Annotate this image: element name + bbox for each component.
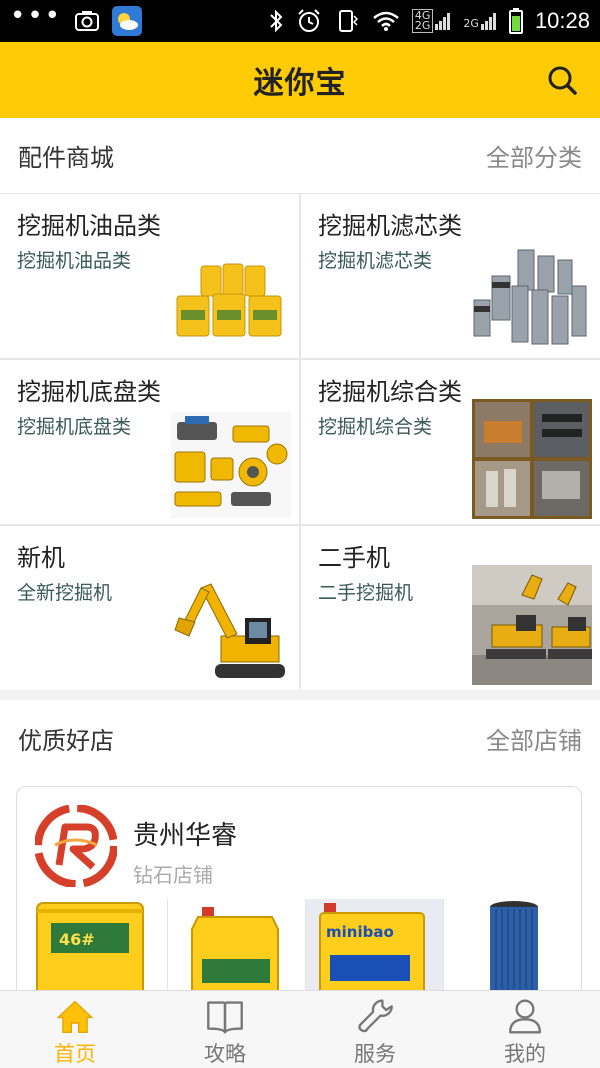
all-categories-link[interactable]: 全部分类 xyxy=(486,138,582,173)
tab-label: 攻略 xyxy=(204,1042,246,1066)
category-subtitle: 挖掘机综合类 xyxy=(318,416,433,438)
tab-home[interactable]: 首页 xyxy=(0,991,150,1068)
category-grid: 挖掘机油品类 挖掘机油品类 挖掘机滤芯类 挖掘机滤芯类 挖掘机底盘类 挖掘机底盘… xyxy=(0,194,600,690)
user-icon xyxy=(508,999,542,1034)
category-title: 新机 xyxy=(17,544,65,572)
tab-service[interactable]: 服务 xyxy=(300,991,450,1068)
wrench-icon xyxy=(358,999,393,1033)
network-2g-badge: 2G xyxy=(463,12,497,30)
search-icon[interactable] xyxy=(546,64,578,96)
alarm-icon xyxy=(298,9,320,32)
tab-label: 服务 xyxy=(354,1042,396,1066)
network-4g-badge: 4G 2G xyxy=(411,9,452,33)
vibrate-icon xyxy=(338,10,358,32)
tab-profile[interactable]: 我的 xyxy=(450,991,600,1068)
category-subtitle: 挖掘机油品类 xyxy=(17,250,132,272)
category-filter[interactable]: 挖掘机滤芯类 挖掘机滤芯类 xyxy=(301,194,600,358)
category-used-machine[interactable]: 二手机 二手挖掘机 xyxy=(301,526,600,690)
shop-card[interactable]: 贵州华睿 钻石店铺 46# minibao xyxy=(16,786,582,1006)
home-icon xyxy=(56,1000,94,1033)
category-title: 二手机 xyxy=(318,544,390,572)
category-new-machine[interactable]: 新机 全新挖掘机 xyxy=(0,526,299,690)
weather-icon xyxy=(112,6,143,36)
chassis-parts-image xyxy=(171,412,291,518)
category-title: 挖掘机底盘类 xyxy=(17,378,161,406)
app-header: 迷你宝 xyxy=(0,42,600,118)
category-general[interactable]: 挖掘机综合类 挖掘机综合类 xyxy=(301,360,600,524)
shops-section: 优质好店 全部店铺 贵州华睿 钻石店铺 46# minibao xyxy=(0,700,600,1006)
section-title: 配件商城 xyxy=(18,144,114,172)
category-subtitle: 挖掘机底盘类 xyxy=(17,416,132,438)
shop-level-badge: 钻石店铺 xyxy=(133,863,213,887)
shops-section-header: 优质好店 全部店铺 xyxy=(0,700,600,776)
used-excavators-image xyxy=(472,565,592,685)
category-oil[interactable]: 挖掘机油品类 挖掘机油品类 xyxy=(0,194,299,358)
parts-section-header: 配件商城 全部分类 xyxy=(0,118,600,194)
tab-label: 我的 xyxy=(504,1042,546,1066)
filters-image xyxy=(473,249,587,345)
category-title: 挖掘机综合类 xyxy=(318,378,462,406)
signal-icon xyxy=(480,13,496,30)
category-subtitle: 挖掘机滤芯类 xyxy=(318,250,433,272)
more-dots-icon: ••• xyxy=(10,1,63,31)
tab-label: 首页 xyxy=(54,1042,96,1066)
excavator-image xyxy=(174,583,285,678)
general-parts-collage-image xyxy=(472,399,592,519)
shop-logo xyxy=(35,805,117,887)
bottom-tab-bar: 首页 攻略 服务 我的 xyxy=(0,990,600,1068)
screenshot-icon xyxy=(75,11,100,31)
section-title: 优质好店 xyxy=(18,726,114,755)
product-brand: minibao xyxy=(326,923,394,941)
wifi-icon xyxy=(373,11,399,31)
shop-name: 贵州华睿 xyxy=(133,821,238,851)
battery-icon xyxy=(508,8,523,34)
category-chassis[interactable]: 挖掘机底盘类 挖掘机底盘类 xyxy=(0,360,299,524)
signal-icon xyxy=(435,13,451,30)
bluetooth-icon xyxy=(270,9,283,33)
book-icon xyxy=(207,1001,243,1034)
status-bar: ••• 4G 2G 2G 10:28 xyxy=(0,0,600,42)
category-title: 挖掘机滤芯类 xyxy=(318,212,462,240)
network-type-label: 4G 2G xyxy=(411,9,434,33)
page-title: 迷你宝 xyxy=(253,66,347,101)
all-shops-link[interactable]: 全部店铺 xyxy=(486,721,582,756)
category-subtitle: 二手挖掘机 xyxy=(318,582,414,604)
category-title: 挖掘机油品类 xyxy=(17,212,161,240)
product-label: 46# xyxy=(59,930,95,949)
oil-cans-image xyxy=(176,263,282,337)
clock: 10:28 xyxy=(534,8,590,33)
category-subtitle: 全新挖掘机 xyxy=(17,582,113,604)
tab-guide[interactable]: 攻略 xyxy=(150,991,300,1068)
